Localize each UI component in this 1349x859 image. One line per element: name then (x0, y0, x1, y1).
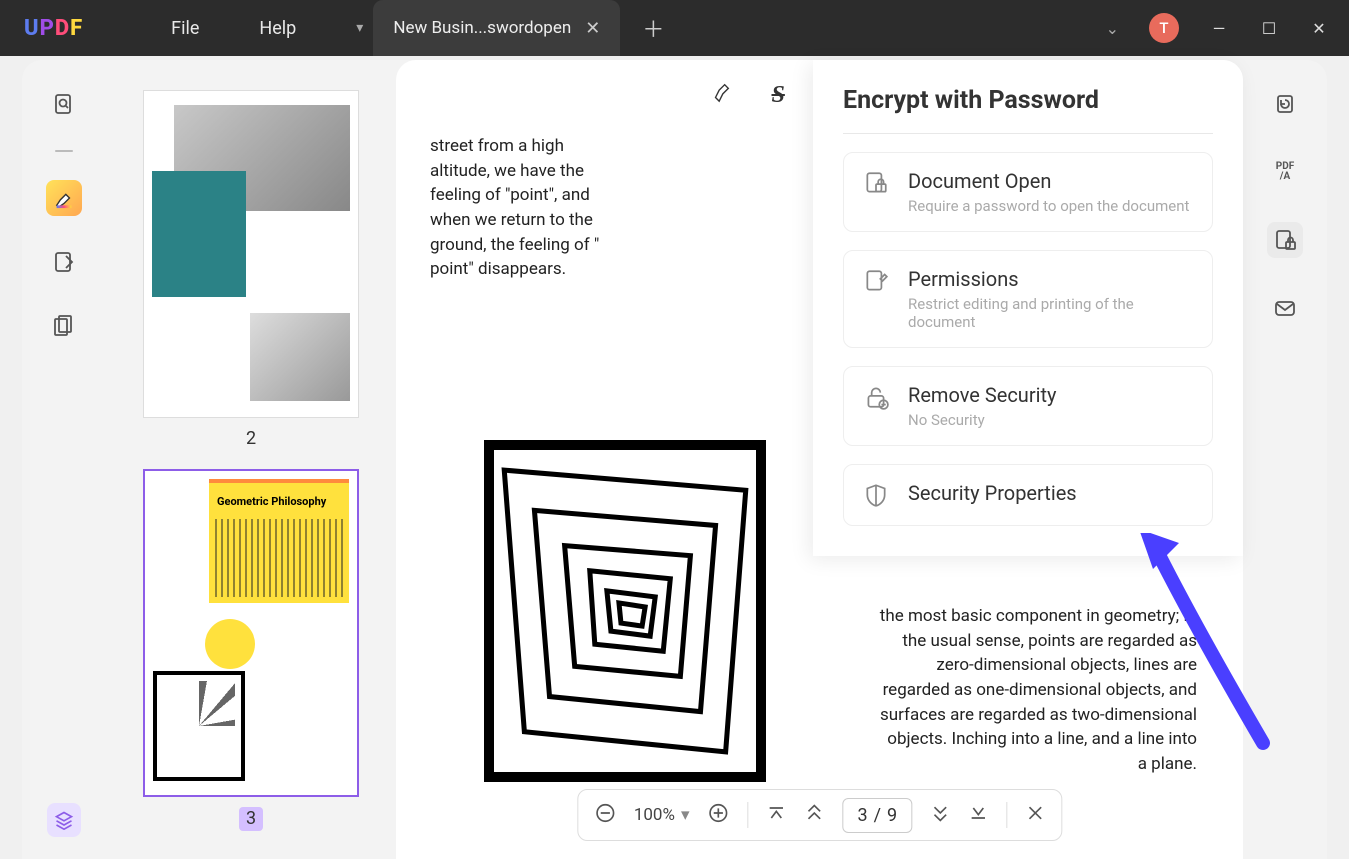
thumbnail-label: 2 (134, 428, 368, 449)
option-desc: No Security (908, 411, 1056, 429)
divider (1006, 802, 1007, 828)
shield-icon (862, 481, 890, 509)
thumbnail-2[interactable]: 2 (134, 90, 368, 449)
close-icon (1025, 803, 1045, 823)
close-tab-icon[interactable]: ✕ (585, 18, 600, 39)
share-button[interactable] (1267, 290, 1303, 326)
last-page-icon (968, 803, 988, 823)
chevron-up-icon (804, 803, 824, 823)
menu-help[interactable]: Help (259, 18, 296, 39)
search-tool[interactable] (46, 86, 82, 122)
layers-icon (54, 810, 74, 830)
pages-tool[interactable] (46, 308, 82, 344)
edit-tool[interactable] (46, 244, 82, 280)
last-page-button[interactable] (968, 803, 988, 828)
zoom-in-button[interactable] (707, 802, 729, 829)
chevron-down-icon[interactable]: ⌄ (1106, 19, 1119, 38)
tab-title: New Busin...swordopen (393, 18, 571, 38)
panel-title: Encrypt with Password (843, 86, 1213, 134)
permissions-option[interactable]: Permissions Restrict editing and printin… (843, 250, 1213, 348)
thumbnail-panel: 2 Geometric Philosophy 3 (106, 60, 396, 859)
chevron-down-icon (930, 803, 950, 823)
unlock-icon (862, 383, 890, 411)
option-label: Security Properties (908, 481, 1077, 505)
encrypt-panel: Encrypt with Password Document Open Requ… (813, 60, 1243, 556)
workspace: 2 Geometric Philosophy 3 S U street from… (22, 60, 1327, 859)
app-logo: UPDF (24, 16, 83, 41)
thumbnail-3[interactable]: Geometric Philosophy 3 (134, 469, 368, 831)
chevron-down-icon: ▾ (681, 805, 690, 825)
remove-security-option[interactable]: Remove Security No Security (843, 366, 1213, 446)
minimize-icon[interactable]: — (1209, 19, 1229, 38)
new-tab-button[interactable]: ＋ (642, 12, 664, 44)
layers-button[interactable] (47, 803, 81, 837)
thumbnail-label: 3 (239, 807, 263, 831)
thumb-title: Geometric Philosophy (217, 495, 326, 508)
left-toolbar (22, 60, 106, 859)
titlebar: UPDF File Help ▾ New Busin...swordopen ✕… (0, 0, 1349, 56)
current-page: 3 (857, 805, 867, 826)
zoom-value: 100% (634, 805, 675, 825)
close-toolbar-button[interactable] (1025, 803, 1045, 828)
highlighter-icon (710, 80, 732, 104)
rotate-button[interactable] (1267, 86, 1303, 122)
maximize-icon[interactable]: ☐ (1259, 19, 1279, 38)
strikethrough-button[interactable]: S (772, 82, 785, 109)
first-page-button[interactable] (766, 803, 786, 828)
option-label: Permissions (908, 267, 1194, 291)
plus-circle-icon (707, 802, 729, 824)
comment-tool[interactable] (46, 180, 82, 216)
zoom-level[interactable]: 100% ▾ (634, 805, 690, 825)
zoom-out-button[interactable] (594, 802, 616, 829)
body-text: the most basic component in geometry; in… (877, 604, 1197, 776)
user-avatar[interactable]: T (1149, 13, 1179, 43)
document-lock-icon (862, 169, 890, 197)
geometric-image (484, 440, 766, 782)
total-pages: 9 (887, 805, 897, 826)
option-label: Document Open (908, 169, 1189, 193)
menu-file[interactable]: File (171, 18, 199, 39)
option-desc: Require a password to open the document (908, 197, 1189, 215)
mail-icon (1273, 296, 1297, 320)
highlight-button[interactable] (710, 80, 732, 110)
separator (55, 150, 73, 152)
close-window-icon[interactable]: ✕ (1309, 19, 1329, 38)
pdfa-icon: PDF/A (1276, 162, 1294, 182)
minus-circle-icon (594, 802, 616, 824)
page-separator: / (874, 805, 881, 826)
right-toolbar: PDF/A (1243, 60, 1327, 859)
permissions-icon (862, 267, 890, 295)
pages-icon (52, 314, 76, 338)
pdfa-button[interactable]: PDF/A (1267, 154, 1303, 190)
rotate-icon (1273, 92, 1297, 116)
next-page-button[interactable] (930, 803, 950, 828)
document-tab[interactable]: New Busin...swordopen ✕ (373, 0, 620, 56)
option-desc: Restrict editing and printing of the doc… (908, 295, 1194, 331)
page-indicator[interactable]: 3 / 9 (842, 798, 912, 833)
document-open-option[interactable]: Document Open Require a password to open… (843, 152, 1213, 232)
edit-icon (52, 250, 76, 274)
security-properties-option[interactable]: Security Properties (843, 464, 1213, 526)
option-label: Remove Security (908, 383, 1056, 407)
body-text: street from a high altitude, we have the… (430, 134, 620, 282)
highlighter-icon (53, 187, 75, 209)
divider (747, 802, 748, 828)
zoom-toolbar: 100% ▾ 3 / 9 (577, 789, 1062, 841)
first-page-icon (766, 803, 786, 823)
search-icon (52, 92, 76, 116)
tab-list-dropdown-icon[interactable]: ▾ (346, 20, 373, 36)
lock-document-icon (1273, 228, 1297, 252)
encrypt-button[interactable] (1267, 222, 1303, 258)
prev-page-button[interactable] (804, 803, 824, 828)
